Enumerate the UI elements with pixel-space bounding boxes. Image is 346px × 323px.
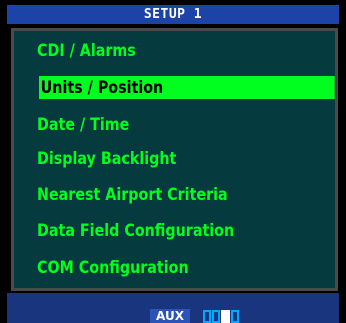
status-bar: AUX	[7, 293, 339, 323]
page-box-4	[231, 310, 239, 323]
setup-menu-panel: CDI / Alarms Units / Position Date / Tim…	[11, 28, 338, 291]
menu-item-date-time[interactable]: Date / Time	[37, 113, 129, 136]
menu-item-display-backlight[interactable]: Display Backlight	[37, 147, 176, 170]
page-title: SETUP 1	[7, 5, 339, 24]
page-box-1	[203, 310, 211, 323]
menu-item-nearest-airport-criteria[interactable]: Nearest Airport Criteria	[37, 183, 228, 206]
gps-setup-screen: SETUP 1 CDI / Alarms Units / Position Da…	[0, 0, 346, 323]
menu-item-units-position[interactable]: Units / Position	[39, 76, 335, 99]
menu-item-cdi-alarms[interactable]: CDI / Alarms	[37, 39, 136, 62]
menu-item-com-configuration[interactable]: COM Configuration	[37, 256, 189, 279]
page-box-2	[212, 310, 220, 323]
page-box-3-current	[221, 310, 230, 323]
menu-item-data-field-configuration[interactable]: Data Field Configuration	[37, 219, 234, 242]
page-group-label: AUX	[150, 309, 190, 323]
